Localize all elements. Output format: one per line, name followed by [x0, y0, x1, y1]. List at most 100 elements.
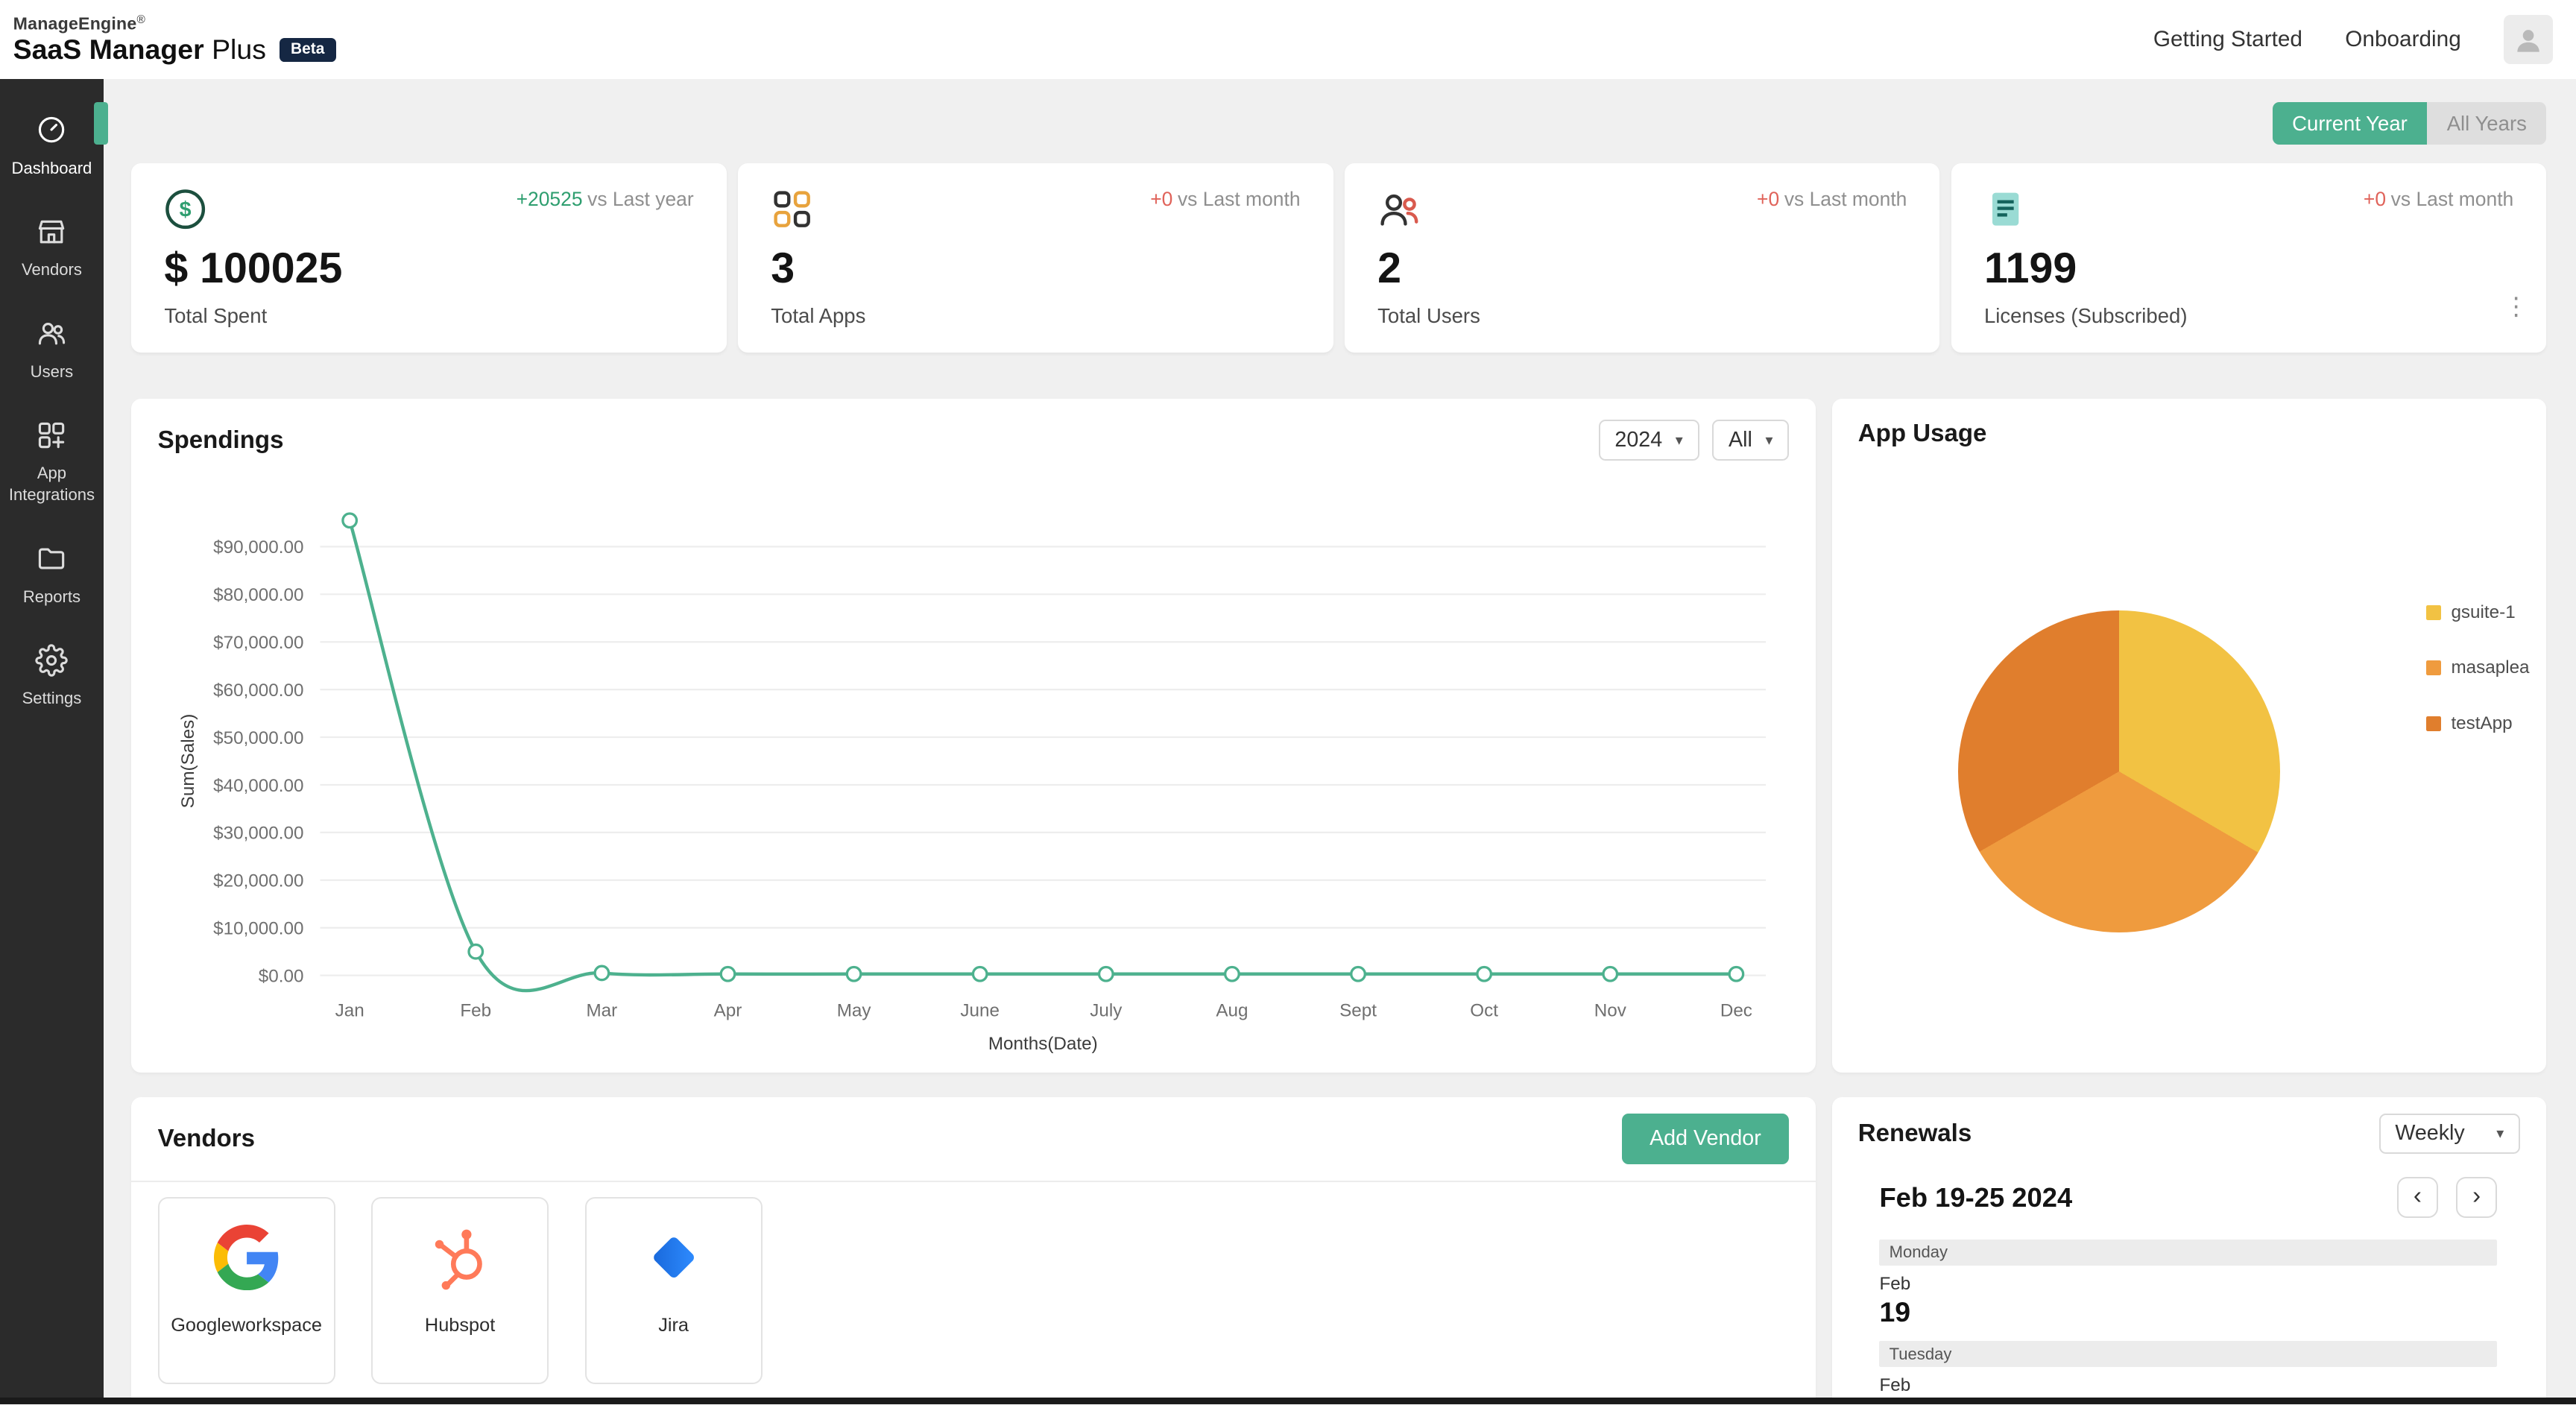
gear-icon: [35, 644, 68, 677]
svg-text:July: July: [1090, 1001, 1123, 1021]
onboarding-link[interactable]: Onboarding: [2345, 27, 2460, 52]
sidebar-item-dashboard[interactable]: Dashboard: [0, 95, 104, 198]
svg-text:Nov: Nov: [1594, 1001, 1627, 1021]
spendings-line-chart: $0.00 $10,000.00 $20,000.00 $30,000.00 $40,0…: [131, 471, 1815, 1073]
legend-swatch: [2426, 660, 2441, 675]
svg-text:Dec: Dec: [1720, 1001, 1752, 1021]
sidebar-item-label: App Integrations: [3, 463, 100, 505]
year-select[interactable]: 2024▾: [1599, 420, 1699, 461]
app-usage-panel: App Usage gsuite-1masapleatestApp: [1832, 399, 2547, 1073]
vendor-card-hubspot[interactable]: Hubspot: [371, 1197, 549, 1384]
vendors-panel: Vendors Add Vendor Googleworkspace Hubsp…: [131, 1097, 1815, 1404]
folder-icon: [35, 542, 68, 575]
all-years-button[interactable]: All Years: [2427, 102, 2546, 145]
chevron-right-icon: ›: [2472, 1184, 2481, 1208]
stat-delta: +0vs Last month: [1150, 188, 1300, 211]
user-avatar[interactable]: [2504, 15, 2553, 64]
legend-item: masaplea: [2426, 657, 2529, 678]
product-name: SaaS Manager Plus: [13, 34, 266, 66]
registered-mark: ®: [136, 13, 145, 26]
stat-card-total-apps: +0vs Last month 3 Total Apps: [738, 163, 1333, 353]
stats-row: $ +20525vs Last year $ 100025 Total Spen…: [131, 163, 2546, 353]
sidebar-item-label: Settings: [22, 688, 82, 710]
window-bottom-edge: [0, 1398, 2576, 1404]
svg-text:$40,000.00: $40,000.00: [213, 776, 303, 796]
svg-text:$10,000.00: $10,000.00: [213, 918, 303, 938]
svg-text:Feb: Feb: [461, 1001, 492, 1021]
vendor-name: Hubspot: [425, 1315, 495, 1336]
sidebar-item-label: Users: [31, 361, 74, 383]
day-number: 19: [1879, 1296, 2497, 1328]
renewal-day-row: Tuesday Feb 20: [1879, 1341, 2497, 1404]
sidebar-item-users[interactable]: Users: [0, 299, 104, 401]
svg-text:$90,000.00: $90,000.00: [213, 537, 303, 558]
sidebar-item-label: Dashboard: [12, 158, 92, 180]
svg-text:Aug: Aug: [1216, 1001, 1248, 1021]
week-navigation: Feb 19-25 2024 ‹ ›: [1832, 1161, 2547, 1218]
vendor-card-googleworkspace[interactable]: Googleworkspace: [158, 1197, 335, 1384]
svg-text:Mar: Mar: [587, 1001, 618, 1021]
app-usage-pie-chart: [1958, 610, 2280, 932]
getting-started-link[interactable]: Getting Started: [2153, 27, 2302, 52]
legend-item: gsuite-1: [2426, 602, 2529, 623]
stat-label: Total Spent: [164, 304, 693, 328]
hubspot-logo: [427, 1225, 493, 1290]
pie-legend: gsuite-1masapleatestApp: [2426, 602, 2529, 768]
spendings-panel: Spendings 2024▾ All▾ $0.00$10,000.00$20,…: [131, 399, 1815, 1073]
card-menu-kebab-icon[interactable]: ⋮: [2504, 291, 2528, 321]
license-icon: [1984, 188, 2027, 230]
day-month: Feb: [1879, 1375, 2497, 1396]
app-usage-title: App Usage: [1858, 420, 1987, 448]
frequency-select[interactable]: Weekly▾: [2379, 1114, 2521, 1155]
vendor-cards: Googleworkspace Hubspot Jira: [131, 1182, 1815, 1399]
svg-text:Oct: Oct: [1471, 1001, 1499, 1021]
svg-text:$30,000.00: $30,000.00: [213, 824, 303, 844]
stat-card-licenses: +0vs Last month 1199 Licenses (Subscribe…: [1951, 163, 2546, 353]
add-vendor-button[interactable]: Add Vendor: [1622, 1114, 1790, 1164]
stat-value: 1199: [1984, 244, 2513, 293]
gauge-icon: [35, 113, 68, 146]
svg-text:$60,000.00: $60,000.00: [213, 681, 303, 701]
people-icon: [1377, 188, 1420, 230]
stat-value: 3: [771, 244, 1300, 293]
scope-select[interactable]: All▾: [1712, 420, 1789, 461]
sidebar-item-vendors[interactable]: Vendors: [0, 197, 104, 299]
legend-swatch: [2426, 605, 2441, 620]
stat-card-total-spent: $ +20525vs Last year $ 100025 Total Spen…: [131, 163, 726, 353]
vendor-name: Jira: [658, 1315, 689, 1336]
stat-label: Total Apps: [771, 304, 1300, 328]
person-icon: [2512, 23, 2545, 56]
svg-text:$0.00: $0.00: [259, 966, 304, 986]
stat-delta: +0vs Last month: [2364, 188, 2513, 211]
svg-text:$50,000.00: $50,000.00: [213, 728, 303, 748]
weekday-label: Tuesday: [1879, 1341, 2497, 1367]
header-nav: Getting Started Onboarding: [2153, 15, 2553, 64]
brand-company: ManageEngine®: [13, 13, 336, 34]
stat-label: Total Users: [1377, 304, 1907, 328]
users-icon: [35, 317, 68, 350]
svg-text:Sum(Sales): Sum(Sales): [178, 714, 198, 809]
year-filter-toggle: Current Year All Years: [131, 102, 2546, 145]
renewal-day-list: Monday Feb 19 Tuesday Feb 20: [1879, 1240, 2497, 1404]
next-week-button[interactable]: ›: [2456, 1177, 2497, 1218]
vendor-card-jira[interactable]: Jira: [585, 1197, 763, 1384]
stat-delta: +0vs Last month: [1757, 188, 1907, 211]
brand-logo: ManageEngine® SaaS Manager Plus Beta: [13, 13, 336, 66]
current-year-button[interactable]: Current Year: [2273, 102, 2428, 145]
day-month: Feb: [1879, 1274, 2497, 1295]
sidebar-item-app-integrations[interactable]: App Integrations: [0, 401, 104, 524]
chevron-down-icon: ▾: [2496, 1125, 2504, 1143]
sidebar-item-reports[interactable]: Reports: [0, 524, 104, 626]
svg-text:$: $: [180, 198, 192, 221]
legend-label: masaplea: [2451, 657, 2529, 678]
sidebar-item-label: Reports: [23, 587, 80, 608]
svg-text:Jan: Jan: [335, 1001, 364, 1021]
legend-swatch: [2426, 716, 2441, 731]
sidebar-item-settings[interactable]: Settings: [0, 626, 104, 728]
renewal-day-row: Monday Feb 19: [1879, 1240, 2497, 1328]
svg-text:May: May: [837, 1001, 872, 1021]
chevron-left-icon: ‹: [2414, 1184, 2422, 1208]
svg-text:$20,000.00: $20,000.00: [213, 871, 303, 891]
svg-text:$80,000.00: $80,000.00: [213, 585, 303, 605]
previous-week-button[interactable]: ‹: [2397, 1177, 2438, 1218]
